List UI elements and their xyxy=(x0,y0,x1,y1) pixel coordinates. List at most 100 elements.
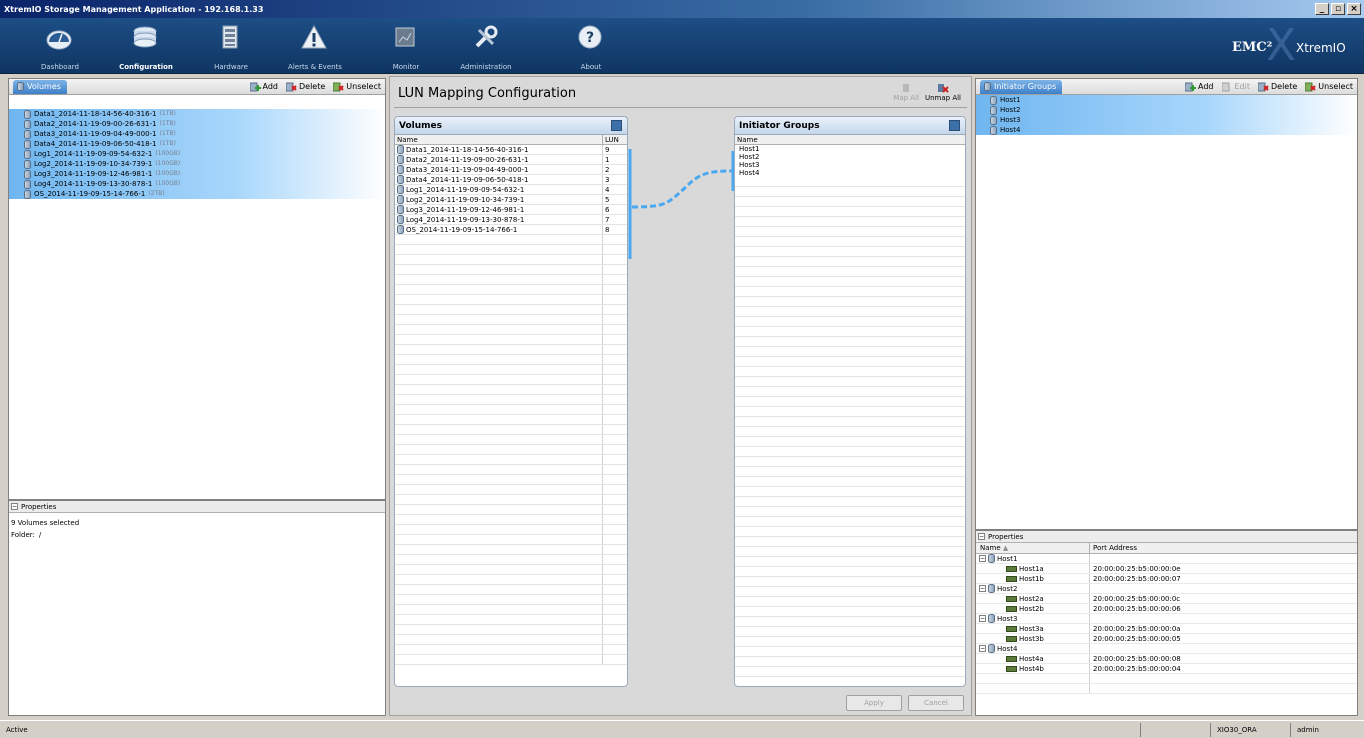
column-header-name[interactable]: Name xyxy=(735,135,965,144)
table-row xyxy=(735,587,965,597)
tree-initiator-row[interactable]: Host1b 20:00:00:25:b5:00:00:07 xyxy=(976,574,1357,584)
table-row xyxy=(395,405,627,415)
delete-group-button[interactable]: Delete xyxy=(1258,82,1297,92)
tree-initiator-row[interactable]: Host2a 20:00:00:25:b5:00:00:0c xyxy=(976,594,1357,604)
nav-label: Hardware xyxy=(214,63,248,71)
tree-initiator-row[interactable]: Host4a 20:00:00:25:b5:00:00:08 xyxy=(976,654,1357,664)
table-row xyxy=(735,307,965,317)
nav-monitor[interactable]: Monitor xyxy=(361,18,451,74)
nav-configuration[interactable]: Configuration xyxy=(101,18,191,74)
volume-list-item[interactable]: Data3_2014-11-19-09-04-49-000-1 (1TB) xyxy=(9,129,385,139)
nav-alerts-events[interactable]: Alerts & Events xyxy=(270,18,360,74)
volumes-grid: Volumes Name LUN Data1_2014-11-18-14-56-… xyxy=(394,116,628,687)
volume-list-item[interactable]: Log1_2014-11-19-09-09-54-632-1 (100GB) xyxy=(9,149,385,159)
unselect-volume-button[interactable]: Unselect xyxy=(333,82,381,92)
table-row[interactable]: Data3_2014-11-19-09-04-49-000-1 2 xyxy=(395,165,627,175)
collapse-icon[interactable]: − xyxy=(978,533,985,540)
nav-administration[interactable]: Administration xyxy=(441,18,531,74)
volume-name-cell: Log2_2014-11-19-09-10-34-739-1 xyxy=(395,195,603,204)
delete-volume-button[interactable]: Delete xyxy=(286,82,325,92)
volume-list-item[interactable]: OS_2014-11-19-09-15-14-766-1 (2TB) xyxy=(9,189,385,199)
collapse-icon[interactable]: − xyxy=(979,615,986,622)
apply-button[interactable]: Apply xyxy=(846,695,902,711)
properties-header[interactable]: − Properties xyxy=(976,531,1357,543)
nav-about[interactable]: ? About xyxy=(546,18,636,74)
table-row xyxy=(735,177,965,187)
close-button[interactable]: × xyxy=(1347,3,1361,15)
table-row[interactable]: Data1_2014-11-18-14-56-40-316-1 9 xyxy=(395,145,627,155)
unmap-all-button[interactable]: Unmap All xyxy=(925,82,961,102)
volume-name-cell xyxy=(395,435,603,444)
lun-cell xyxy=(603,325,627,334)
volume-list-item[interactable]: Data4_2014-11-19-09-06-50-418-1 (1TB) xyxy=(9,139,385,149)
volume-list-item[interactable]: Data2_2014-11-19-09-00-26-631-1 (1TB) xyxy=(9,119,385,129)
column-header-name[interactable]: Name xyxy=(395,135,603,144)
edit-group-button[interactable]: Edit xyxy=(1221,82,1250,92)
table-row[interactable]: Log4_2014-11-19-09-13-30-878-1 7 xyxy=(395,215,627,225)
volume-list-item[interactable]: Log4_2014-11-19-09-13-30-878-1 (100GB) xyxy=(9,179,385,189)
table-row[interactable]: OS_2014-11-19-09-15-14-766-1 8 xyxy=(395,225,627,235)
volumes-tab[interactable]: Volumes xyxy=(13,79,67,94)
tree-host-row[interactable]: − Host4 xyxy=(976,644,1357,654)
lun-cell xyxy=(603,305,627,314)
table-row[interactable]: Data2_2014-11-19-09-00-26-631-1 1 xyxy=(395,155,627,165)
initiator-group-item[interactable]: Host2 xyxy=(976,105,1357,115)
table-row[interactable]: Host2 xyxy=(735,153,965,161)
tree-initiator-row[interactable]: Host1a 20:00:00:25:b5:00:00:0e xyxy=(976,564,1357,574)
table-row[interactable]: Log3_2014-11-19-09-12-46-981-1 6 xyxy=(395,205,627,215)
tree-host-row[interactable]: − Host1 xyxy=(976,554,1357,564)
column-header-port[interactable]: Port Address xyxy=(1090,543,1137,553)
initiator-group-item[interactable]: Host4 xyxy=(976,125,1357,135)
collapse-icon[interactable]: − xyxy=(979,585,986,592)
volume-name-cell xyxy=(395,575,603,584)
volume-list-item[interactable]: Data1_2014-11-18-14-56-40-316-1 (1TB) xyxy=(9,109,385,119)
table-row[interactable]: Host4 xyxy=(735,169,965,177)
volume-list-item[interactable]: Log2_2014-11-19-09-10-34-739-1 (100GB) xyxy=(9,159,385,169)
tree-initiator-row[interactable]: Host2b 20:00:00:25:b5:00:00:06 xyxy=(976,604,1357,614)
port-address: 20:00:00:25:b5:00:00:05 xyxy=(1093,635,1181,643)
column-header-lun[interactable]: LUN xyxy=(603,135,627,144)
properties-header[interactable]: − Properties xyxy=(9,501,385,513)
table-row xyxy=(735,547,965,557)
maximize-button[interactable]: ▫ xyxy=(1331,3,1345,15)
fc-port-icon xyxy=(1006,595,1017,602)
collapse-icon[interactable]: − xyxy=(979,645,986,652)
volume-list-item[interactable]: Log3_2014-11-19-09-12-46-981-1 (100GB) xyxy=(9,169,385,179)
fc-port-icon xyxy=(1006,565,1017,572)
nav-dashboard[interactable]: Dashboard xyxy=(15,18,105,74)
nav-label: Administration xyxy=(460,63,512,71)
table-row xyxy=(735,367,965,377)
collapse-icon[interactable]: − xyxy=(11,503,18,510)
tree-host-row[interactable]: − Host2 xyxy=(976,584,1357,594)
volume-name: Log1_2014-11-19-09-09-54-632-1 xyxy=(34,150,153,158)
initiator-name: Host1a xyxy=(1019,564,1044,573)
add-volume-button[interactable]: Add xyxy=(249,82,278,92)
map-icon xyxy=(903,84,910,92)
nav-hardware[interactable]: Hardware xyxy=(186,18,276,74)
tree-initiator-row[interactable]: Host4b 20:00:00:25:b5:00:00:04 xyxy=(976,664,1357,674)
unselect-group-button[interactable]: Unselect xyxy=(1305,82,1353,92)
table-row[interactable]: Data4_2014-11-19-09-06-50-418-1 3 xyxy=(395,175,627,185)
export-icon[interactable] xyxy=(611,120,622,131)
table-row xyxy=(735,507,965,517)
minimize-button[interactable]: _ xyxy=(1315,3,1329,15)
column-header-name[interactable]: Name ▲ xyxy=(976,543,1090,553)
tree-initiator-row[interactable]: Host3b 20:00:00:25:b5:00:00:05 xyxy=(976,634,1357,644)
table-row[interactable]: Host3 xyxy=(735,161,965,169)
warning-triangle-icon xyxy=(301,24,327,49)
add-group-button[interactable]: Add xyxy=(1185,82,1214,92)
table-row[interactable]: Host1 xyxy=(735,145,965,153)
export-icon[interactable] xyxy=(949,120,960,131)
table-row[interactable]: Log1_2014-11-19-09-09-54-632-1 4 xyxy=(395,185,627,195)
initiator-groups-tab[interactable]: Initiator Groups xyxy=(980,79,1063,94)
volume-icon xyxy=(397,215,404,224)
collapse-icon[interactable]: − xyxy=(979,555,986,562)
tree-host-row[interactable]: − Host3 xyxy=(976,614,1357,624)
cancel-button[interactable]: Cancel xyxy=(908,695,964,711)
initiator-group-item[interactable]: Host1 xyxy=(976,95,1357,105)
table-row xyxy=(395,375,627,385)
map-all-button[interactable]: Map All xyxy=(893,82,919,102)
tree-initiator-row[interactable]: Host3a 20:00:00:25:b5:00:00:0a xyxy=(976,624,1357,634)
initiator-group-item[interactable]: Host3 xyxy=(976,115,1357,125)
table-row[interactable]: Log2_2014-11-19-09-10-34-739-1 5 xyxy=(395,195,627,205)
